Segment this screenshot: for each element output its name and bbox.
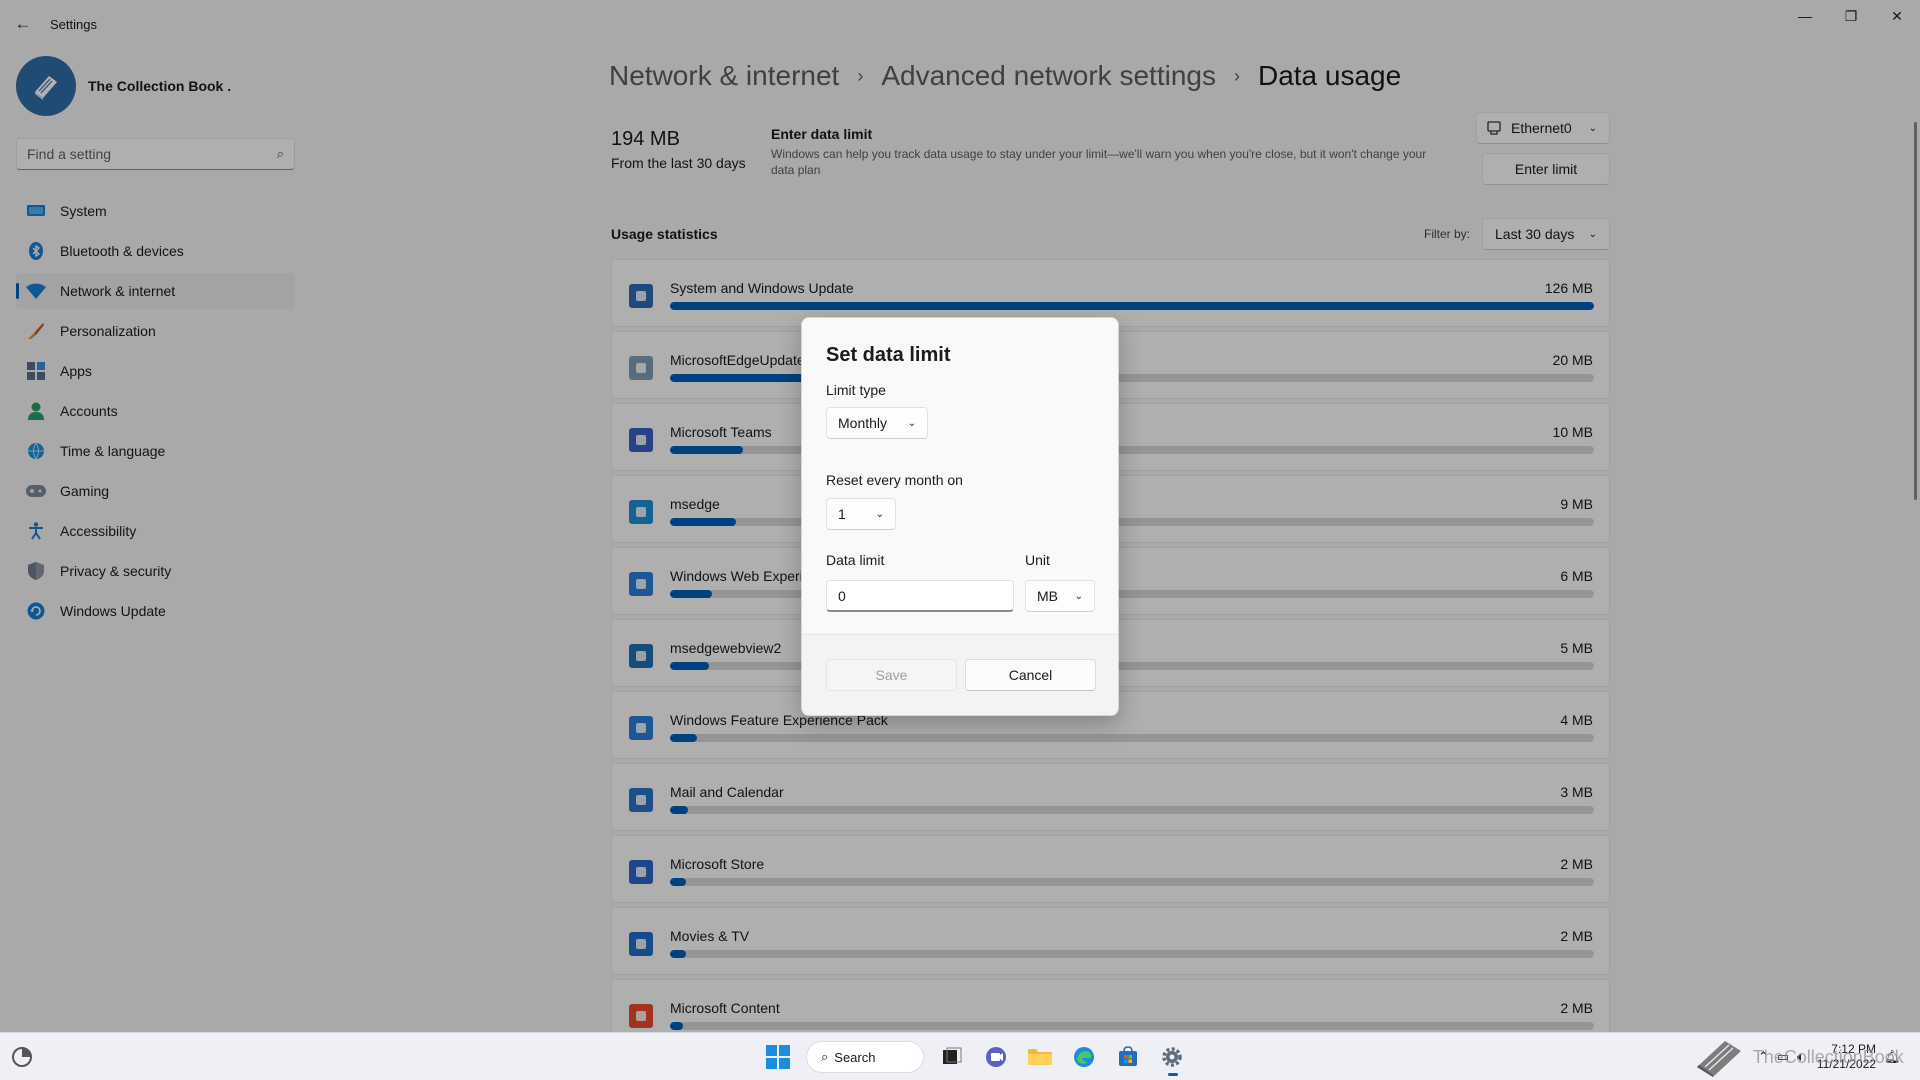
- gear-icon: [1162, 1047, 1182, 1067]
- dialog-title: Set data limit: [826, 344, 951, 366]
- set-data-limit-dialog: Set data limit Limit type Monthly ⌄ Rese…: [801, 317, 1119, 716]
- limit-type-value: Monthly: [838, 415, 888, 431]
- task-view-icon: [943, 1047, 962, 1064]
- settings-app-button[interactable]: [1152, 1037, 1192, 1077]
- folder-icon: [1028, 1049, 1052, 1065]
- chevron-down-icon: ⌄: [875, 508, 884, 520]
- reset-day-label: Reset every month on: [826, 472, 963, 488]
- book-icon: [1696, 1041, 1741, 1077]
- unit-select[interactable]: MB ⌄: [1025, 580, 1095, 612]
- dialog-footer: Save Cancel: [802, 634, 1118, 715]
- data-limit-label: Data limit: [826, 552, 885, 568]
- limit-type-label: Limit type: [826, 382, 886, 398]
- unit-label: Unit: [1025, 552, 1050, 568]
- start-button[interactable]: [758, 1037, 798, 1077]
- watermark-text: TheCollectionBook: [1752, 1046, 1904, 1067]
- cancel-button[interactable]: Cancel: [965, 659, 1096, 691]
- edge-button[interactable]: [1064, 1037, 1104, 1077]
- taskbar: ⌕ Search TheCollectionBook ⌃ ▭ 🔈︎ 7:12 P…: [0, 1032, 1920, 1080]
- chevron-down-icon: ⌄: [1074, 590, 1083, 602]
- chevron-down-icon: ⌄: [907, 417, 916, 429]
- limit-type-select[interactable]: Monthly ⌄: [826, 407, 928, 439]
- taskbar-apps: ⌕ Search: [756, 1037, 1194, 1077]
- weather-icon[interactable]: [10, 1045, 34, 1069]
- store-button[interactable]: [1108, 1037, 1148, 1077]
- system-tray: TheCollectionBook ⌃ ▭ 🔈︎ 7:12 PM 11/21/2…: [1691, 1033, 1920, 1080]
- taskbar-search-label: Search: [834, 1049, 876, 1065]
- taskbar-search[interactable]: ⌕ Search: [806, 1041, 924, 1073]
- save-button[interactable]: Save: [826, 659, 957, 691]
- unit-value: MB: [1037, 588, 1058, 604]
- teams-chat-button[interactable]: [976, 1037, 1016, 1077]
- task-view-button[interactable]: [932, 1037, 972, 1077]
- file-explorer-button[interactable]: [1020, 1037, 1060, 1077]
- reset-day-value: 1: [838, 506, 846, 522]
- chat-icon: [986, 1047, 1006, 1067]
- search-icon: ⌕: [821, 1049, 829, 1064]
- edge-icon: [1074, 1047, 1094, 1067]
- data-limit-input[interactable]: [826, 580, 1014, 612]
- windows-logo-icon: [766, 1045, 790, 1069]
- store-icon: [1119, 1046, 1137, 1066]
- reset-day-select[interactable]: 1 ⌄: [826, 498, 896, 530]
